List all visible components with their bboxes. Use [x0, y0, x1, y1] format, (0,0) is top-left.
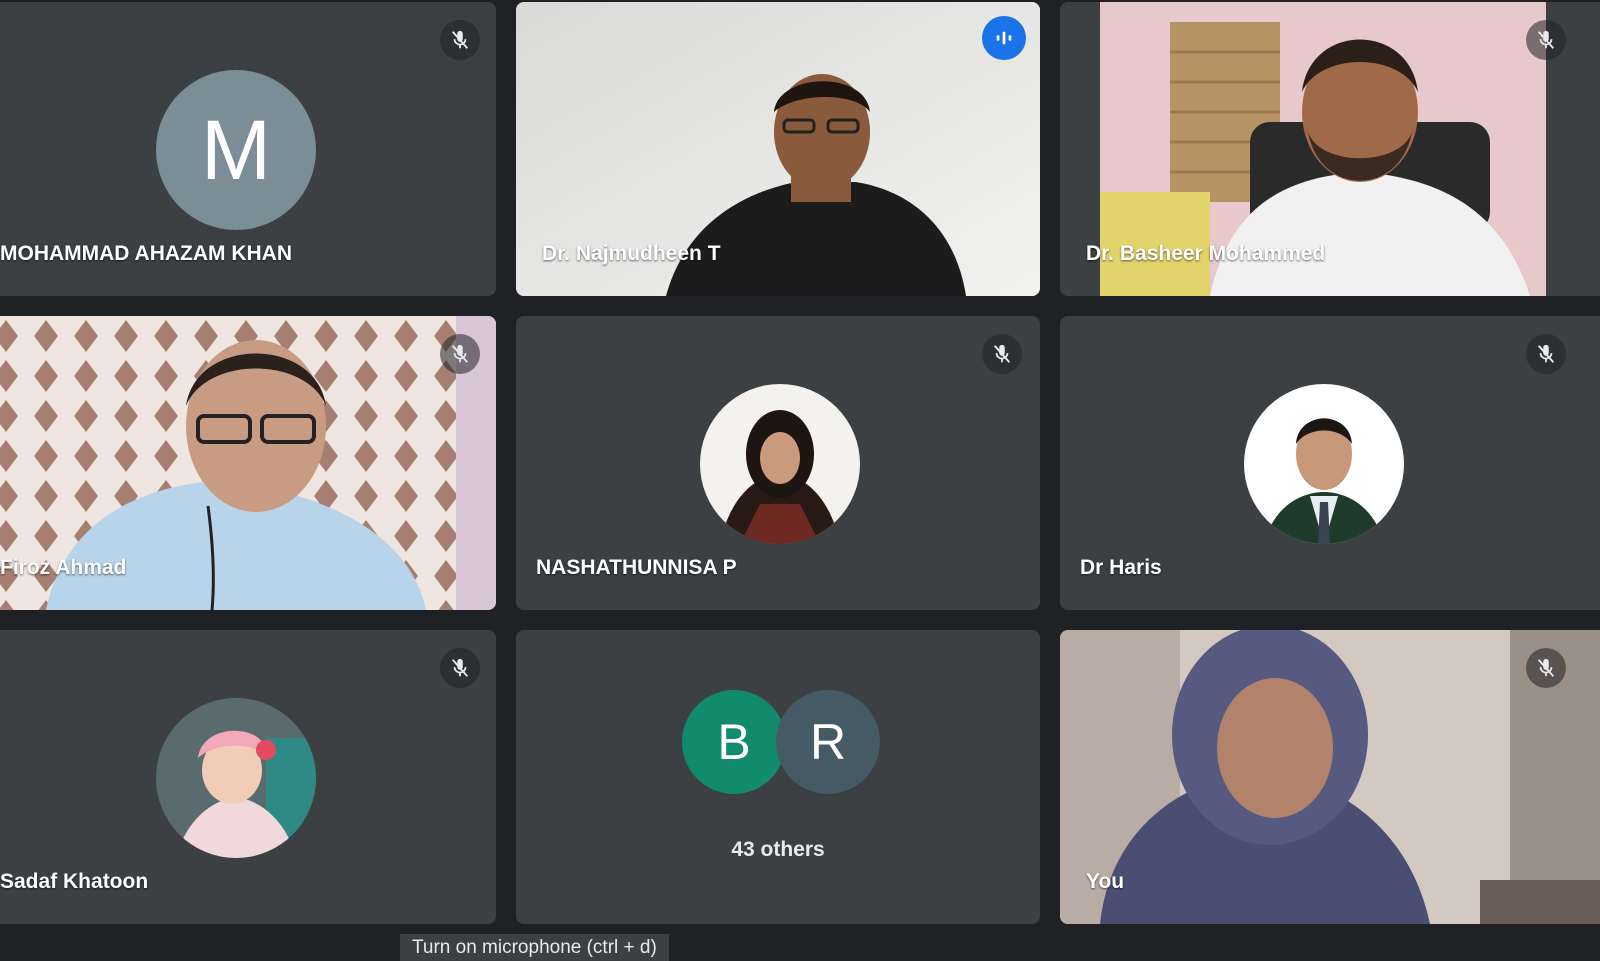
- avatar: [1244, 384, 1404, 544]
- avatar: R: [776, 690, 880, 794]
- mic-off-icon: [1526, 648, 1566, 688]
- mic-off-icon: [440, 20, 480, 60]
- participant-name: Firoz Ahmad: [0, 556, 127, 579]
- participant-tile-nashathunnisa[interactable]: NASHATHUNNISA P: [516, 316, 1040, 610]
- participant-name: NASHATHUNNISA P: [536, 556, 737, 579]
- others-count: 43 others: [731, 838, 825, 861]
- participant-name: MOHAMMAD AHAZAM KHAN: [0, 242, 293, 265]
- participant-name: Sadaf Khatoon: [0, 870, 149, 893]
- participant-tile-haris[interactable]: Dr Haris: [1060, 316, 1600, 610]
- mic-off-icon: [1526, 20, 1566, 60]
- audio-level-icon: [982, 16, 1026, 60]
- participant-video: [1060, 630, 1600, 924]
- mic-off-icon: [1526, 334, 1566, 374]
- microphone-tooltip: Turn on microphone (ctrl + d): [400, 934, 669, 961]
- avatar: B: [682, 690, 786, 794]
- avatar: [156, 698, 316, 858]
- mic-off-icon: [440, 334, 480, 374]
- participant-tile-you[interactable]: You: [1060, 630, 1600, 924]
- avatar: [700, 384, 860, 544]
- mic-off-icon: [440, 648, 480, 688]
- mic-off-icon: [982, 334, 1022, 374]
- participant-name: Dr. Basheer Mohammed: [1086, 242, 1326, 265]
- participant-tile-firoz[interactable]: Firoz Ahmad: [0, 316, 496, 610]
- participant-name: Dr Haris: [1080, 556, 1162, 579]
- participant-name: Dr. Najmudheen T: [542, 242, 721, 265]
- participant-tile-ahazam[interactable]: M MOHAMMAD AHAZAM KHAN: [0, 2, 496, 296]
- avatar: M: [156, 70, 316, 230]
- participant-name: You: [1086, 870, 1125, 893]
- participant-tile-najmudheen[interactable]: Dr. Najmudheen T: [516, 2, 1040, 296]
- avatar-letter: M: [201, 102, 271, 197]
- participant-tile-sadaf[interactable]: Sadaf Khatoon: [0, 630, 496, 924]
- participant-tile-basheer[interactable]: Dr. Basheer Mohammed: [1060, 2, 1600, 296]
- avatar-letter: R: [809, 714, 847, 770]
- participant-tile-others[interactable]: B R 43 others: [516, 630, 1040, 924]
- avatar-letter: B: [717, 714, 751, 770]
